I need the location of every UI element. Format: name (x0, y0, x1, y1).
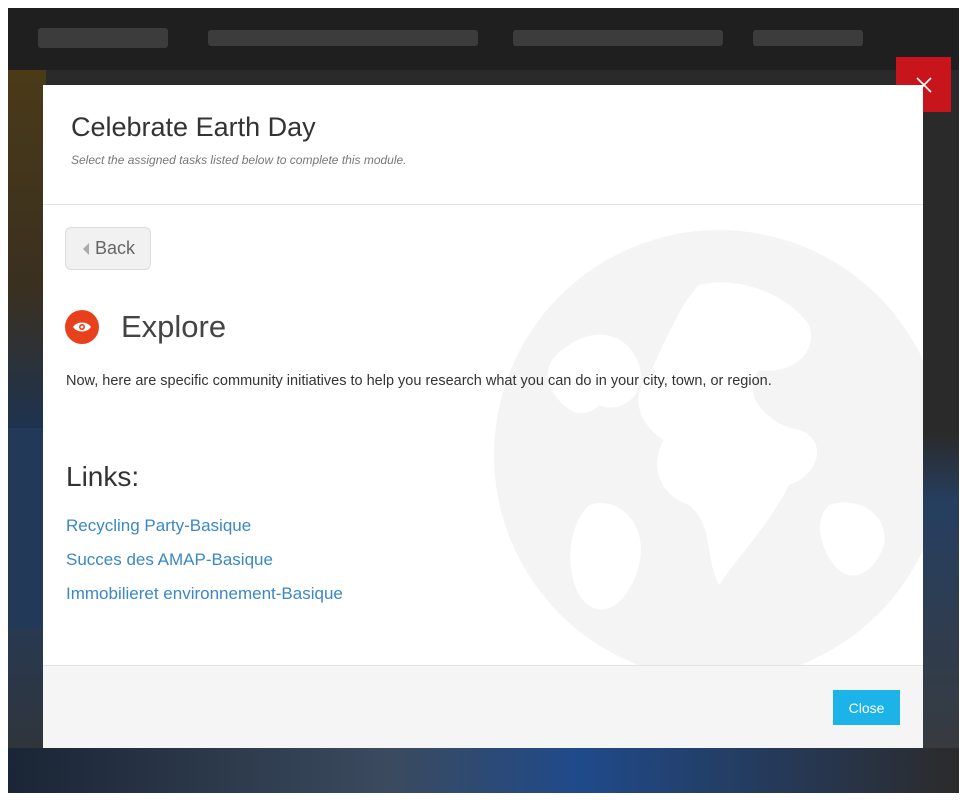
modal-subtitle: Select the assigned tasks listed below t… (71, 153, 407, 167)
back-button-label: Back (94, 238, 136, 258)
link-recycling-party[interactable]: Recycling Party-Basique (66, 516, 251, 535)
list-item: Succes des AMAP-Basique (66, 543, 343, 577)
eye-icon (65, 310, 99, 344)
modal-body: Back Explore Now, here are specific comm… (43, 205, 923, 665)
modal-footer: Close (43, 665, 923, 748)
section-title: Explore (121, 309, 227, 344)
links-list: Recycling Party-Basique Succes des AMAP-… (66, 509, 343, 611)
globe-watermark-icon (494, 230, 923, 665)
section-heading: Explore (65, 309, 226, 345)
background-right-panel (919, 70, 959, 793)
chevron-left-icon (82, 242, 89, 255)
back-button[interactable]: Back (65, 227, 151, 270)
list-item: Recycling Party-Basique (66, 509, 343, 543)
close-button[interactable]: Close (833, 690, 900, 725)
modal-header: Celebrate Earth Day Select the assigned … (43, 85, 923, 205)
links-heading: Links: (66, 461, 140, 492)
background-thumbnails (8, 748, 959, 793)
list-item: Immobilieret environnement-Basique (66, 577, 343, 611)
modal-title: Celebrate Earth Day (71, 112, 316, 142)
module-modal: Celebrate Earth Day Select the assigned … (43, 85, 923, 748)
link-immobilieret-environnement[interactable]: Immobilieret environnement-Basique (66, 584, 343, 603)
link-succes-des-amap[interactable]: Succes des AMAP-Basique (66, 550, 273, 569)
background-topbar (8, 8, 959, 70)
section-description: Now, here are specific community initiat… (66, 373, 772, 389)
